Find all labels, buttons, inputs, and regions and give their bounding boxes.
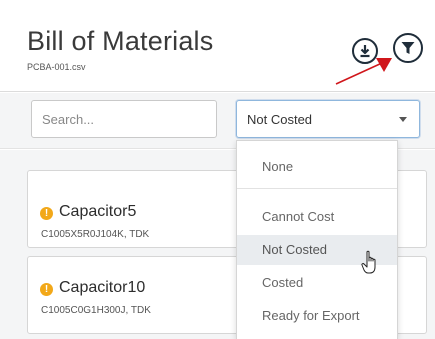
option-none[interactable]: None <box>237 152 397 182</box>
part-detail: C1005X5R0J104K, TDK <box>41 229 150 240</box>
option-ready-for-export[interactable]: Ready for Export <box>237 301 397 331</box>
annotation-arrow-icon <box>335 58 392 85</box>
warning-icon: ! <box>40 283 53 296</box>
dropdown-divider <box>237 188 397 189</box>
status-dropdown-menu: None Cannot Cost Not Costed Costed Ready… <box>236 140 398 339</box>
part-name: Capacitor10 <box>59 279 146 296</box>
warning-icon: ! <box>40 207 53 220</box>
option-cannot-cost[interactable]: Cannot Cost <box>237 202 397 232</box>
search-input[interactable] <box>31 100 217 138</box>
page-title: Bill of Materials <box>27 26 214 56</box>
chevron-down-icon <box>399 117 407 122</box>
status-select-value: Not Costed <box>247 112 313 127</box>
part-detail: C1005C0G1H300J, TDK <box>41 305 151 316</box>
hand-pointer-cursor-icon <box>361 250 376 274</box>
part-name: Capacitor5 <box>59 203 137 220</box>
file-name: PCBA-001.csv <box>27 62 86 72</box>
status-select[interactable]: Not Costed <box>236 100 420 138</box>
